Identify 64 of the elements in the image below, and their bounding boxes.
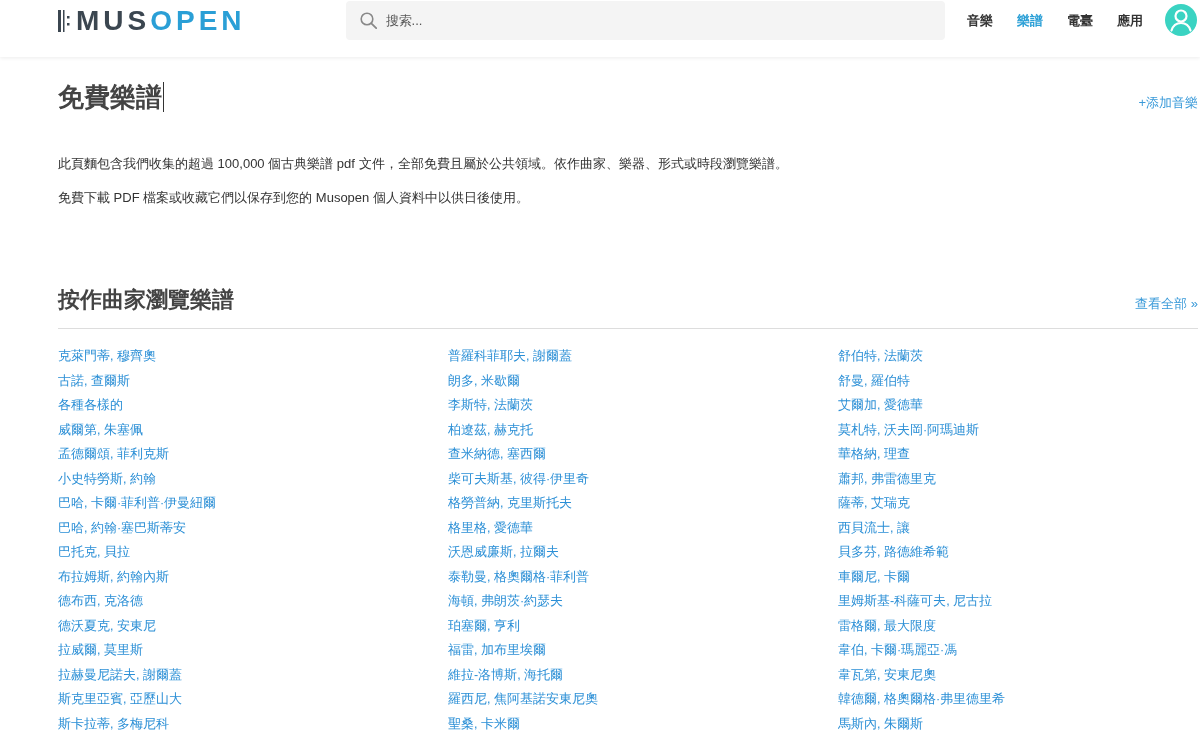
composer-link[interactable]: 李斯特, 法蘭茨: [448, 393, 533, 418]
composer-link[interactable]: 薩蒂, 艾瑞克: [838, 491, 910, 516]
composer-link[interactable]: 舒曼, 羅伯特: [838, 368, 910, 393]
view-all-link[interactable]: 查看全部 »: [1135, 295, 1198, 313]
composer-link[interactable]: 蕭邦, 弗雷德里克: [838, 466, 936, 491]
nav-tab[interactable]: 音樂: [967, 11, 993, 30]
composer-link[interactable]: 馬斯內, 朱爾斯: [838, 711, 923, 736]
logo-mark-icon: [58, 9, 70, 32]
composer-link[interactable]: 雷格爾, 最大限度: [838, 613, 936, 638]
text-cursor-icon: [163, 82, 164, 112]
composer-link[interactable]: 巴哈, 卡爾·菲利普·伊曼紐爾: [58, 491, 217, 516]
composer-link[interactable]: 西貝流士, 讓: [838, 515, 910, 540]
add-music-link[interactable]: +添加音樂: [1138, 94, 1198, 112]
composer-link[interactable]: 泰勒曼, 格奧爾格·菲利普: [448, 564, 590, 589]
composer-link[interactable]: 布拉姆斯, 約翰內斯: [58, 564, 169, 589]
composer-link[interactable]: 貝多芬, 路德維希範: [838, 540, 949, 565]
composer-link[interactable]: 朗多, 米歇爾: [448, 368, 520, 393]
composer-link[interactable]: 韋伯, 卡爾·瑪麗亞·馮: [838, 638, 958, 663]
composer-link[interactable]: 拉威爾, 莫里斯: [58, 638, 143, 663]
composer-link[interactable]: 車爾尼, 卡爾: [838, 564, 910, 589]
composer-link[interactable]: 查米納德, 塞西爾: [448, 442, 546, 467]
composer-link[interactable]: 斯卡拉蒂, 多梅尼科: [58, 711, 169, 736]
page-title: 免費樂譜: [58, 82, 162, 112]
composer-link[interactable]: 沃恩威廉斯, 拉爾夫: [448, 540, 559, 565]
composer-link[interactable]: 克萊門蒂, 穆齊奧: [58, 344, 156, 369]
nav-tab[interactable]: 樂譜: [1017, 11, 1043, 30]
composer-link[interactable]: 柴可夫斯基, 彼得·伊里奇: [448, 466, 590, 491]
composer-link[interactable]: 巴托克, 貝拉: [58, 540, 130, 565]
composer-link[interactable]: 古諾, 查爾斯: [58, 368, 130, 393]
user-avatar-icon[interactable]: [1165, 4, 1197, 36]
composer-link[interactable]: 德沃夏克, 安東尼: [58, 613, 156, 638]
composer-link[interactable]: 各種各樣的: [58, 393, 123, 418]
composer-link[interactable]: 聖桑, 卡米爾: [448, 711, 520, 736]
composer-link[interactable]: 巴哈, 約翰·塞巴斯蒂安: [58, 515, 187, 540]
composer-link[interactable]: 普羅科菲耶夫, 謝爾蓋: [448, 344, 572, 369]
composer-link[interactable]: 韋瓦第, 安東尼奧: [838, 662, 936, 687]
composer-link[interactable]: 艾爾加, 愛德華: [838, 393, 923, 418]
nav-tab[interactable]: 應用: [1117, 11, 1143, 30]
composer-link[interactable]: 德布西, 克洛德: [58, 589, 143, 614]
composer-link[interactable]: 福雷, 加布里埃爾: [448, 638, 546, 663]
search-icon: [359, 12, 377, 29]
intro-paragraph: 免費下載 PDF 檔案或收藏它們以保存到您的 Musopen 個人資料中以供日後使用。: [58, 189, 529, 207]
composer-link[interactable]: 拉赫曼尼諾夫, 謝爾蓋: [58, 662, 182, 687]
composer-link[interactable]: 威爾第, 朱塞佩: [58, 417, 143, 442]
composer-link[interactable]: 格里格, 愛德華: [448, 515, 533, 540]
composer-link[interactable]: 柏遼茲, 赫克托: [448, 417, 533, 442]
composer-link[interactable]: 小史特勞斯, 約翰: [58, 466, 156, 491]
section-heading: 按作曲家瀏覽樂譜: [58, 286, 234, 313]
logo-wordmark[interactable]: MUS OPEN: [76, 5, 246, 36]
composer-link[interactable]: 里姆斯基-科薩可夫, 尼古拉: [838, 589, 993, 614]
nav-tab[interactable]: 電臺: [1067, 11, 1093, 30]
composer-link[interactable]: 孟德爾頌, 菲利克斯: [58, 442, 169, 467]
composer-link[interactable]: 海頓, 弗朗茨·約瑟夫: [448, 589, 564, 614]
composer-link[interactable]: 羅西尼, 焦阿基諾安東尼奧: [448, 687, 598, 712]
composer-link[interactable]: 華格納, 理查: [838, 442, 910, 467]
composer-link[interactable]: 莫札特, 沃夫岡·阿瑪迪斯: [838, 417, 980, 442]
composer-link[interactable]: 韓德爾, 格奧爾格·弗里德里希: [838, 687, 1006, 712]
intro-paragraph: 此頁麵包含我們收集的超過 100,000 個古典樂譜 pdf 文件，全部免費且屬於公共領域。依作曲家、樂器、形式或時段瀏覽樂譜。: [58, 155, 788, 173]
composer-link[interactable]: 珀塞爾, 亨利: [448, 613, 520, 638]
composer-link[interactable]: 舒伯特, 法蘭茨: [838, 344, 923, 369]
composer-link[interactable]: 斯克里亞賓, 亞歷山大: [58, 687, 182, 712]
search-field[interactable]: 搜索...: [345, 1, 945, 40]
composer-link[interactable]: 格勞普納, 克里斯托夫: [448, 491, 572, 516]
composer-link[interactable]: 維拉-洛博斯, 海托爾: [448, 662, 564, 687]
